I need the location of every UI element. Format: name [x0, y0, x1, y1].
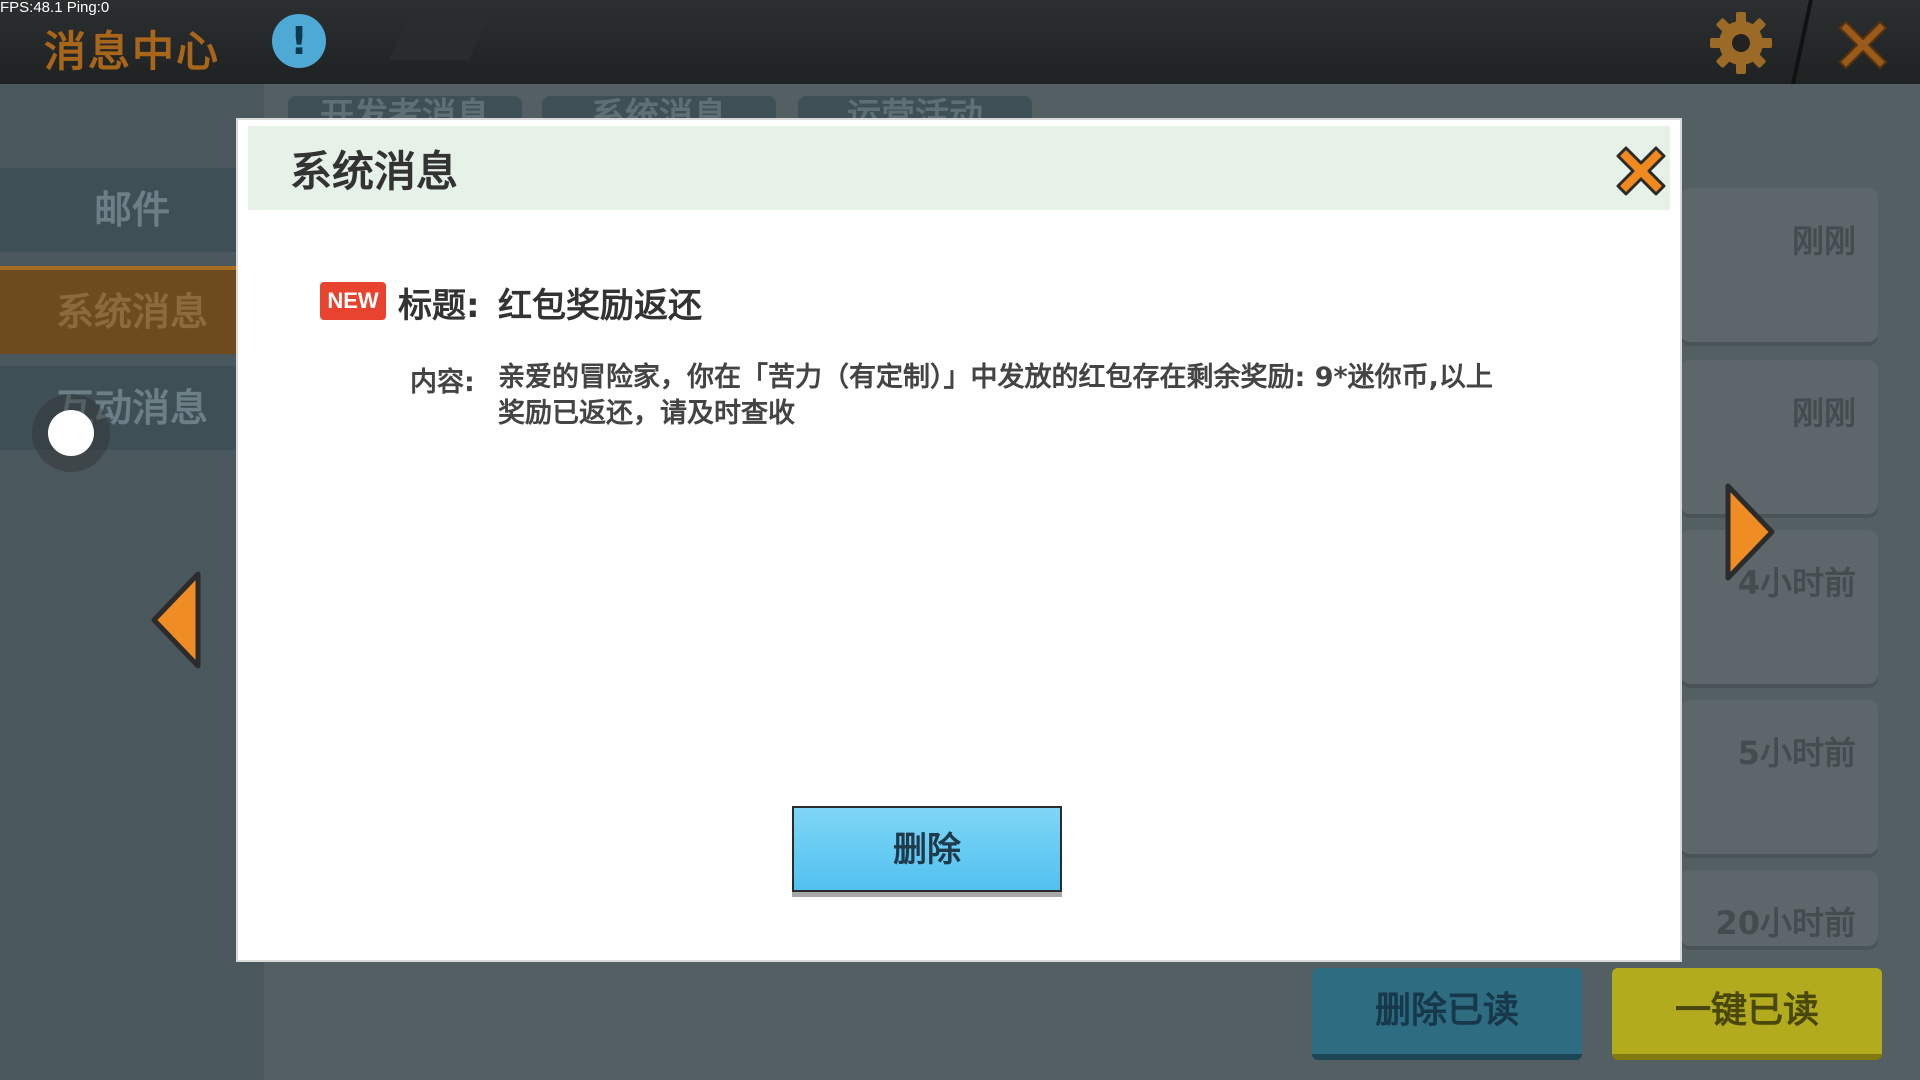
floating-toggle-dot[interactable] — [48, 410, 94, 456]
sidebar: 邮件 系统消息 互动消息 — [0, 84, 264, 1080]
message-content-label: 内容: — [410, 367, 475, 398]
arrow-left-icon[interactable] — [146, 568, 206, 672]
sidebar-item-mail[interactable]: 邮件 — [0, 168, 264, 252]
message-title-label: 标题: — [398, 286, 480, 326]
new-badge: NEW — [320, 282, 386, 320]
decorative-stripe — [388, 20, 488, 60]
fps-counter: FPS:48.1 Ping:0 — [0, 0, 110, 16]
list-item-time: 刚刚 — [1791, 394, 1856, 432]
list-item[interactable]: 刚刚 — [1680, 188, 1878, 346]
sidebar-item-interaction-messages[interactable]: 互动消息 — [0, 366, 264, 450]
list-item[interactable]: 20小时前 — [1680, 870, 1878, 950]
message-title: 红包奖励返还 — [498, 286, 702, 326]
message-content: 亲爱的冒险家，你在「苦力（有定制）」中发放的红包存在剩余奖励: 9*迷你币,以上… — [498, 362, 1493, 429]
top-bar: 消息中心 ! — [0, 0, 1920, 84]
app-title: 消息中心 — [44, 27, 221, 76]
message-dialog: 系统消息 NEW 标题: 红包奖励返还 内容: 亲爱的冒险家，你在「苦力（有定制… — [238, 120, 1680, 960]
close-icon[interactable] — [1830, 12, 1896, 78]
gear-icon[interactable] — [1706, 8, 1776, 78]
mark-all-read-button[interactable]: 一键已读 — [1612, 968, 1882, 1060]
dialog-header: 系统消息 — [248, 126, 1670, 210]
list-item-time: 5小时前 — [1737, 734, 1856, 772]
arrow-right-icon[interactable] — [1720, 480, 1780, 584]
info-icon[interactable]: ! — [272, 14, 326, 68]
list-item-time: 20小时前 — [1715, 904, 1856, 942]
dialog-title: 系统消息 — [290, 147, 459, 196]
list-item[interactable]: 5小时前 — [1680, 700, 1878, 858]
top-divider — [1791, 0, 1813, 84]
delete-read-button[interactable]: 删除已读 — [1312, 968, 1582, 1060]
close-icon[interactable] — [1610, 140, 1672, 202]
delete-button[interactable]: 删除 — [792, 806, 1062, 892]
list-item-time: 刚刚 — [1791, 222, 1856, 260]
sidebar-item-system-messages[interactable]: 系统消息 — [0, 266, 264, 354]
